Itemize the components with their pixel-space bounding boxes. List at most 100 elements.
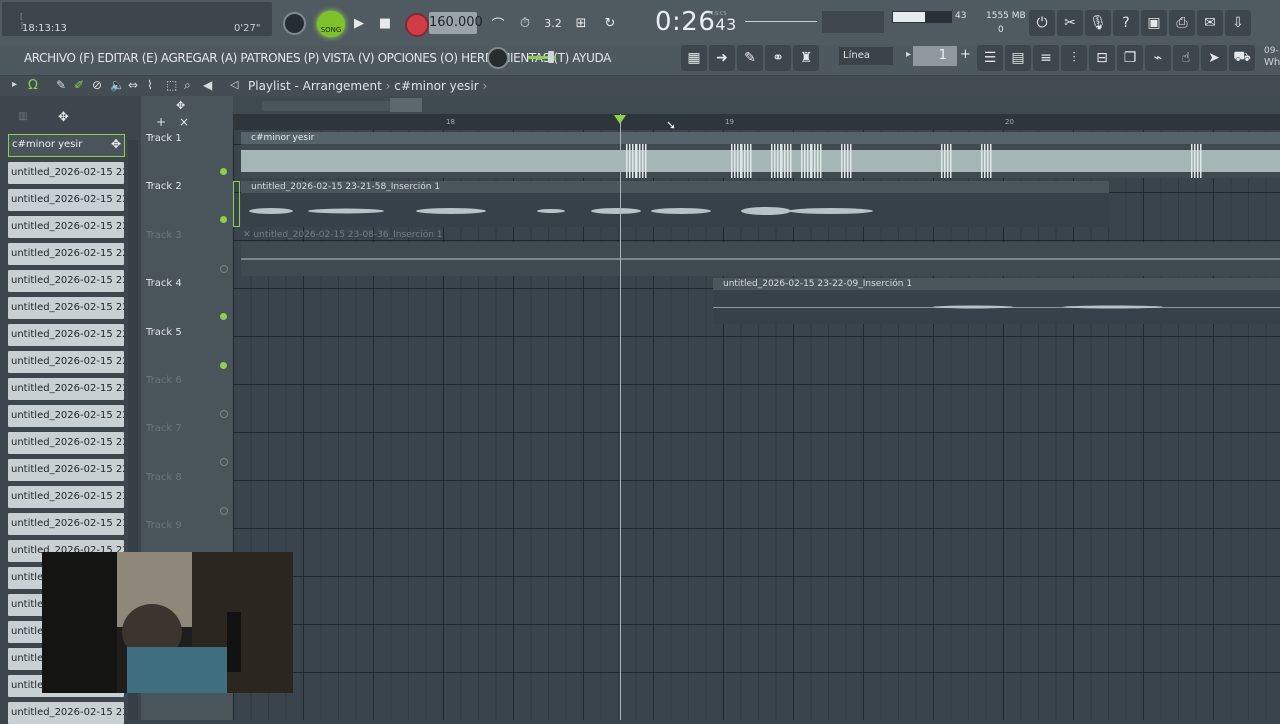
clip-2-header[interactable]: untitled_2026-02-15 23-21-58_Inserción 1 bbox=[241, 181, 1109, 193]
browser-item[interactable]: untitled_2026-02-15 22-... bbox=[8, 378, 124, 400]
browser-item[interactable]: untitled_2026-02-15 22-... bbox=[8, 351, 124, 373]
browser-item[interactable]: untitled_2026-02-15 23-... bbox=[8, 702, 124, 724]
track-label[interactable]: Track 3 bbox=[146, 230, 182, 241]
clip-2-waveform[interactable] bbox=[241, 193, 1109, 227]
record-button[interactable] bbox=[405, 13, 429, 37]
track-mute-led[interactable] bbox=[220, 361, 227, 369]
zoom-tool-icon[interactable]: ⌕ bbox=[184, 78, 191, 93]
speaker-icon[interactable]: ◁ bbox=[230, 78, 238, 91]
track-label[interactable]: Track 5 bbox=[146, 327, 182, 338]
countdown-button[interactable]: 3.2 bbox=[541, 11, 565, 35]
project-button[interactable]: ⊟ bbox=[1089, 45, 1115, 71]
browser-item[interactable]: untitled_2026-02-15 22-... bbox=[8, 216, 124, 238]
arrow-button[interactable]: ➜ bbox=[709, 45, 735, 71]
clip-3-header[interactable]: ✕ untitled_2026-02-15 23-08-36_Inserción… bbox=[241, 229, 1280, 241]
pitch-knob[interactable] bbox=[487, 47, 509, 69]
browser-item[interactable]: untitled_2026-02-15 22-... bbox=[8, 459, 124, 481]
browser-move-icon[interactable]: ✥ bbox=[58, 110, 69, 125]
playlist-menu-arrow-icon[interactable]: ▸ bbox=[12, 79, 17, 90]
track-label[interactable]: Track 6 bbox=[146, 375, 182, 386]
track-label[interactable]: Track 4 bbox=[146, 278, 182, 289]
slip-tool-icon[interactable]: ⇔ bbox=[128, 78, 138, 92]
channel-rack-button[interactable]: ▤ bbox=[1005, 45, 1031, 71]
touch-button[interactable]: ☝ bbox=[1173, 45, 1199, 71]
close-track-icon[interactable]: × bbox=[179, 115, 189, 129]
track-label[interactable]: Track 9 bbox=[146, 520, 182, 531]
stop-button[interactable]: ■ bbox=[373, 11, 397, 35]
master-volume-knob[interactable] bbox=[283, 12, 306, 35]
browser-button[interactable]: ≡ bbox=[1033, 45, 1059, 71]
clip-4-waveform[interactable] bbox=[713, 290, 1280, 324]
undo-button[interactable]: ⏻ bbox=[1029, 10, 1055, 36]
clip-3-waveform[interactable] bbox=[241, 242, 1280, 276]
export-button[interactable]: ⎙ bbox=[1169, 10, 1195, 36]
browser-item[interactable]: untitled_2026-02-15 22-... bbox=[8, 297, 124, 319]
slice-tool-icon[interactable]: ⌇ bbox=[147, 78, 153, 92]
add-track-icon[interactable]: + bbox=[156, 115, 166, 129]
playlist-move-icon[interactable]: ✥ bbox=[176, 99, 185, 112]
playlist-button[interactable]: ☰ bbox=[977, 45, 1003, 71]
playback-tool-icon[interactable]: ◀ bbox=[203, 78, 212, 92]
pointer-button[interactable]: ➤ bbox=[1201, 45, 1227, 71]
wait-input-button[interactable]: ⏱ bbox=[513, 11, 537, 35]
browser-item[interactable]: untitled_2026-02-15 22-... bbox=[8, 270, 124, 292]
playhead-marker[interactable] bbox=[614, 115, 626, 124]
link-button[interactable]: ⚭ bbox=[765, 45, 791, 71]
snap-selector[interactable]: Línea bbox=[839, 47, 893, 65]
browser-item[interactable]: untitled_2026-02-15 23-... bbox=[8, 513, 124, 535]
overview-scrollbox[interactable] bbox=[390, 98, 422, 112]
timeline-ruler[interactable] bbox=[233, 114, 1280, 130]
shop-button[interactable]: ⛟ bbox=[1229, 45, 1255, 71]
track-mute-led[interactable] bbox=[220, 410, 228, 418]
clip-1-waveform[interactable] bbox=[241, 144, 1280, 178]
track-label[interactable]: Track 7 bbox=[146, 423, 182, 434]
song-mode-button[interactable]: SONG bbox=[317, 11, 345, 37]
clip-2-selection-edge[interactable] bbox=[233, 181, 240, 227]
clip-1-header[interactable]: c#minor yesir bbox=[241, 132, 1280, 144]
playhead[interactable] bbox=[620, 114, 621, 720]
track-mute-led[interactable] bbox=[220, 264, 228, 273]
track-label[interactable]: Track 8 bbox=[146, 472, 182, 483]
mic-button[interactable]: 🎙 bbox=[1085, 10, 1111, 36]
cut-button[interactable]: ✂ bbox=[1057, 10, 1083, 36]
browser-selected-item[interactable]: c#minor yesir ✥ bbox=[8, 134, 125, 157]
plugin-button[interactable]: ⌁ bbox=[1145, 45, 1171, 71]
slider-handle[interactable] bbox=[548, 51, 554, 63]
brush-button[interactable]: ✎ bbox=[737, 45, 763, 71]
select-tool-icon[interactable]: ⬚ bbox=[166, 78, 177, 92]
play-button[interactable]: ▶ bbox=[347, 11, 371, 35]
track-label[interactable]: Track 2 bbox=[146, 181, 182, 192]
browser-item[interactable]: untitled_2026-02-15 22-... bbox=[8, 432, 124, 454]
browser-item[interactable]: untitled_2026-02-15 22-... bbox=[8, 405, 124, 427]
save-button[interactable]: ▣ bbox=[1141, 10, 1167, 36]
stamp-button[interactable]: ♜ bbox=[793, 45, 819, 71]
help-button[interactable]: ? bbox=[1113, 10, 1139, 36]
browser-item[interactable]: untitled_2026-02-15 22-... bbox=[8, 324, 124, 346]
tempo-display[interactable]: 160.000 bbox=[429, 12, 483, 34]
browser-item[interactable]: untitled_2026-02-15 22-... bbox=[8, 162, 124, 184]
clip-4-header[interactable]: untitled_2026-02-15 23-22-09_Inserción 1 bbox=[713, 278, 1280, 290]
paint-tool-icon[interactable]: ✐ bbox=[74, 78, 84, 92]
browser-item[interactable]: untitled_2026-02-15 23-... bbox=[8, 486, 124, 508]
pattern-selector[interactable]: 1 bbox=[913, 46, 957, 66]
magnet-icon[interactable]: Ω bbox=[28, 78, 38, 93]
blend-notes-button[interactable]: ⊞ bbox=[569, 11, 593, 35]
mixer-button[interactable]: ⫶ bbox=[1061, 45, 1087, 71]
prev-pattern-icon[interactable]: ▸ bbox=[906, 49, 911, 60]
browser-item[interactable]: untitled_2026-02-15 22-... bbox=[8, 189, 124, 211]
main-menu[interactable]: ARCHIVO (F) EDITAR (E) AGREGAR (A) PATRO… bbox=[24, 51, 611, 65]
browser-item[interactable]: untitled_2026-02-15 22-... bbox=[8, 243, 124, 265]
delete-tool-icon[interactable]: ⊘ bbox=[92, 78, 102, 92]
track-mute-led[interactable] bbox=[220, 506, 228, 515]
mute-tool-icon[interactable]: 🔈 bbox=[110, 78, 125, 92]
track-label[interactable]: Track 1 bbox=[146, 133, 182, 144]
download-button[interactable]: ⇩ bbox=[1225, 10, 1251, 36]
metronome-button[interactable]: ⌒ bbox=[486, 11, 510, 35]
chat-button[interactable]: ✉ bbox=[1197, 10, 1223, 36]
track-mute-led[interactable] bbox=[220, 168, 227, 175]
piano-roll-button[interactable]: ▦ bbox=[681, 45, 707, 71]
loop-record-button[interactable]: ↻ bbox=[598, 11, 622, 35]
draw-tool-icon[interactable]: ✎ bbox=[56, 78, 66, 92]
file-button[interactable]: ❐ bbox=[1117, 45, 1143, 71]
add-pattern-icon[interactable]: + bbox=[960, 47, 971, 62]
